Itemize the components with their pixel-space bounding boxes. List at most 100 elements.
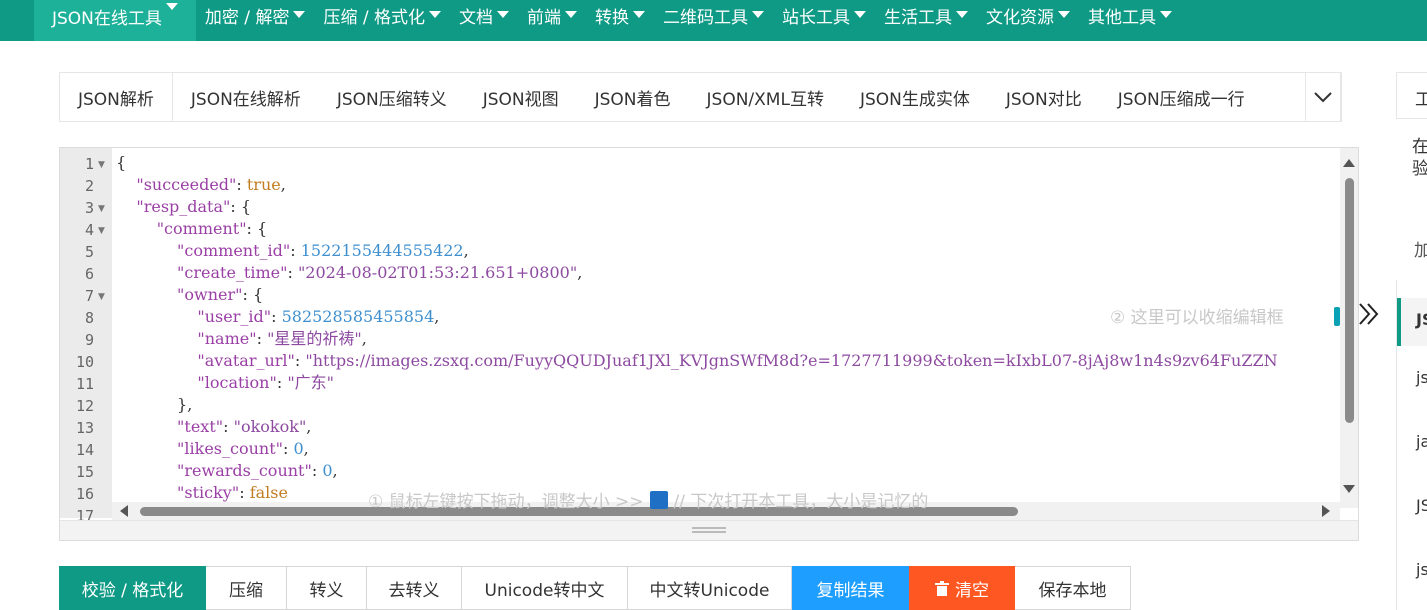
scroll-right-arrow-icon[interactable] bbox=[1322, 505, 1330, 517]
code-token: : { bbox=[230, 197, 252, 216]
code-token: false bbox=[249, 483, 288, 502]
fold-toggle-icon[interactable]: ▼ bbox=[98, 204, 105, 214]
tab[interactable]: JSON着色 bbox=[577, 73, 689, 121]
escape-button[interactable]: 转义 bbox=[287, 566, 367, 610]
nav-item[interactable]: 前端 bbox=[518, 0, 586, 30]
code-area[interactable]: { "succeeded": true, "resp_data": { "com… bbox=[116, 148, 1340, 508]
scroll-down-arrow-icon[interactable] bbox=[1343, 485, 1355, 493]
tab[interactable]: JSON压缩转义 bbox=[319, 73, 465, 121]
action-buttons: 校验 / 格式化 压缩 转义 去转义 Unicode转中文 中文转Unicode… bbox=[59, 566, 1131, 610]
line-number: 7 bbox=[84, 287, 94, 305]
chevron-down-icon bbox=[1314, 92, 1332, 103]
validate-format-button[interactable]: 校验 / 格式化 bbox=[59, 566, 206, 610]
clear-button[interactable]: 清空 bbox=[909, 566, 1015, 610]
right-panel-item[interactable]: js bbox=[1416, 560, 1427, 579]
line-number: 12 bbox=[75, 397, 94, 415]
caret-down-icon bbox=[429, 10, 441, 18]
collapse-editor-button[interactable] bbox=[1357, 300, 1383, 330]
line-number: 3 bbox=[84, 199, 94, 217]
fold-toggle-icon[interactable]: ▼ bbox=[98, 292, 105, 302]
code-token: : bbox=[239, 483, 250, 502]
tab[interactable]: JSON对比 bbox=[988, 73, 1100, 121]
right-panel-list: JS js ja JS js bbox=[1396, 280, 1427, 610]
copy-result-button[interactable]: 复制结果 bbox=[792, 566, 909, 610]
code-token: 1522155444555422 bbox=[300, 241, 464, 260]
nav-item[interactable]: 二维码工具 bbox=[654, 0, 773, 30]
code-line: "succeeded": true, bbox=[116, 174, 286, 196]
nav-item[interactable]: JSON在线工具 bbox=[34, 0, 196, 41]
code-token: 582528585455854 bbox=[281, 307, 435, 326]
code-token: : bbox=[223, 417, 234, 436]
compress-button[interactable]: 压缩 bbox=[206, 566, 287, 610]
line-gutter: 1 ▼ 2 3 ▼ 4 ▼ 5 6 7 ▼ 8 9 10 11 12 13 14 15 16 17 bbox=[60, 148, 112, 525]
nav-item[interactable]: 其他工具 bbox=[1079, 0, 1181, 30]
tab[interactable]: JSON压缩成一行 bbox=[1100, 73, 1263, 121]
code-line: "name": "星星的祈祷", bbox=[116, 328, 367, 350]
code-token: , bbox=[463, 241, 469, 260]
grip-icon bbox=[692, 527, 726, 533]
scroll-left-arrow-icon[interactable] bbox=[120, 505, 128, 517]
line-number: 10 bbox=[75, 353, 94, 371]
nav-item[interactable]: 生活工具 bbox=[875, 0, 977, 30]
line-number: 15 bbox=[75, 463, 94, 481]
unescape-button[interactable]: 去转义 bbox=[367, 566, 462, 610]
fold-toggle-icon[interactable]: ▼ bbox=[98, 226, 105, 236]
code-line: "user_id": 582528585455854, bbox=[116, 306, 439, 328]
code-token: : bbox=[311, 461, 323, 480]
code-token: : bbox=[276, 373, 288, 392]
nav-item[interactable]: 压缩 / 格式化 bbox=[314, 0, 450, 30]
scroll-up-arrow-icon[interactable] bbox=[1343, 159, 1355, 167]
unicode-to-chinese-button[interactable]: Unicode转中文 bbox=[462, 566, 628, 610]
nav-item-label: JSON在线工具 bbox=[52, 9, 162, 29]
vertical-scroll-thumb[interactable] bbox=[1345, 178, 1354, 423]
tab[interactable]: JSON解析 bbox=[60, 73, 173, 121]
code-line: "comment_id": 1522155444555422, bbox=[116, 240, 469, 262]
nav-item-label: 转换 bbox=[595, 7, 629, 28]
nav-item[interactable]: 转换 bbox=[586, 0, 654, 30]
code-line: "text": "okokok", bbox=[116, 416, 311, 438]
collapse-hint: ② 这里可以收缩编辑框 bbox=[1110, 308, 1284, 328]
vertical-scrollbar[interactable] bbox=[1340, 148, 1358, 508]
right-panel-item[interactable]: JS bbox=[1397, 298, 1427, 346]
nav-item[interactable]: 站长工具 bbox=[773, 0, 875, 30]
code-line: "sticky": false bbox=[116, 482, 288, 504]
nav-item[interactable]: 加密 / 解密 bbox=[196, 0, 315, 30]
right-panel-item[interactable]: JS bbox=[1416, 496, 1427, 515]
nav-item-label: 文档 bbox=[459, 7, 493, 28]
code-token: : bbox=[256, 329, 268, 348]
fold-toggle-icon[interactable]: ▼ bbox=[98, 160, 105, 170]
code-line: "comment": { bbox=[116, 218, 268, 240]
save-local-button[interactable]: 保存本地 bbox=[1015, 566, 1131, 610]
right-panel-text: 在验 bbox=[1412, 137, 1427, 179]
editor-resize-handle[interactable] bbox=[60, 520, 1358, 540]
json-editor[interactable]: 1 ▼ 2 3 ▼ 4 ▼ 5 6 7 ▼ 8 9 10 11 12 13 14 15 16 17 { "succeed… bbox=[59, 147, 1359, 541]
tabs-more-button[interactable] bbox=[1305, 72, 1341, 122]
right-panel-item[interactable]: js bbox=[1416, 368, 1427, 387]
right-panel-add-link[interactable]: 加 bbox=[1414, 236, 1427, 261]
code-token: "succeeded" bbox=[136, 175, 237, 194]
code-token: , bbox=[280, 175, 286, 194]
nav-item-label: 前端 bbox=[527, 7, 561, 28]
code-token: , bbox=[434, 307, 440, 326]
tab[interactable]: JSON视图 bbox=[465, 73, 577, 121]
tab[interactable]: JSON生成实体 bbox=[842, 73, 988, 121]
code-token: : bbox=[283, 439, 294, 458]
code-token: "likes_count" bbox=[177, 439, 283, 458]
remember-hint-text: // 下次打开本工具，大小是记忆的 bbox=[673, 492, 929, 512]
trash-icon bbox=[935, 580, 949, 596]
tab[interactable]: JSON在线解析 bbox=[173, 73, 319, 121]
nav-item[interactable]: 文化资源 bbox=[977, 0, 1079, 30]
code-token: "https://images.zsxq.com/FuyyQQUDJuaf1JX… bbox=[305, 351, 1278, 370]
nav-item-label: 加密 / 解密 bbox=[204, 7, 290, 28]
chinese-to-unicode-button[interactable]: 中文转Unicode bbox=[628, 566, 792, 610]
tab[interactable]: JSON/XML互转 bbox=[689, 73, 842, 121]
remember-size-checkbox[interactable] bbox=[649, 491, 668, 509]
right-panel-item[interactable]: ja bbox=[1416, 432, 1427, 451]
nav-item[interactable]: 文档 bbox=[450, 0, 518, 30]
code-token: 0 bbox=[322, 461, 333, 480]
